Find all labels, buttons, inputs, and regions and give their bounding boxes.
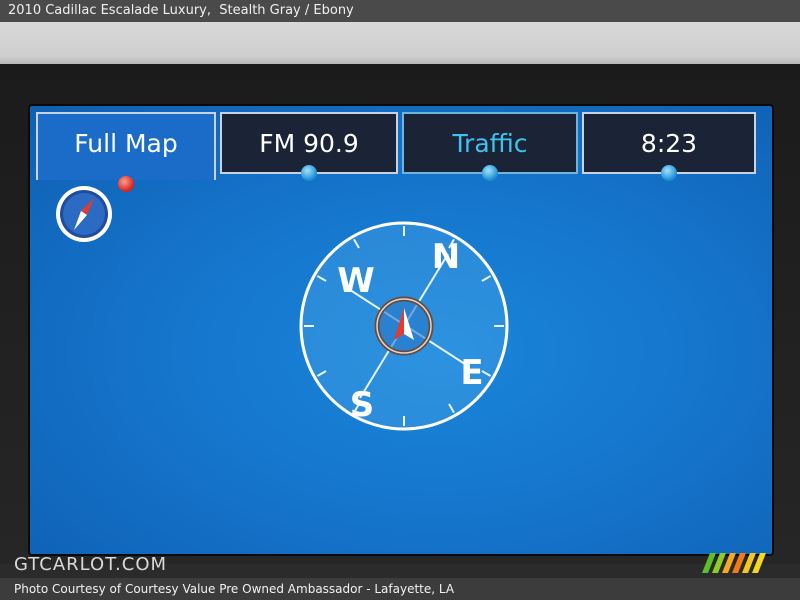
caption-vehicle: 2010 Cadillac Escalade Luxury, — [8, 3, 212, 18]
tab-indicator-dot — [661, 165, 677, 181]
tab-traffic[interactable]: Traffic — [402, 112, 578, 181]
tab-full-map-label: Full Map — [74, 129, 178, 158]
watermark-logo: GTCARLOT.COM — [14, 554, 168, 575]
tab-clock-label: 8:23 — [640, 129, 698, 158]
compass-rose: N W E S — [299, 221, 509, 431]
tab-fm-radio[interactable]: FM 90.9 — [220, 112, 398, 181]
compass-south-label: S — [350, 385, 375, 425]
compass-north-label: N — [432, 237, 460, 277]
compass-east-label: E — [460, 353, 483, 393]
tab-full-map[interactable]: Full Map — [36, 112, 216, 192]
compass-icon[interactable] — [54, 184, 114, 244]
tab-clock[interactable]: 8:23 — [582, 112, 756, 181]
dashboard-trim — [0, 22, 800, 70]
stripes-logo — [702, 553, 766, 573]
compass-west-label: W — [337, 261, 375, 301]
tab-traffic-label: Traffic — [452, 129, 528, 158]
tab-bar: Full Map FM 90.9 Traffic 8:23 — [36, 112, 760, 192]
tab-fm-radio-label: FM 90.9 — [259, 129, 359, 158]
caption-colors: Stealth Gray / Ebony — [219, 3, 354, 18]
tab-indicator-dot — [301, 165, 317, 181]
tab-indicator-dot — [482, 165, 498, 181]
nav-screen: Full Map FM 90.9 Traffic 8:23 N W E S — [28, 104, 774, 556]
photo-credit: Photo Courtesy of Courtesy Value Pre Own… — [0, 578, 800, 600]
caption-bar: 2010 Cadillac Escalade Luxury, Stealth G… — [0, 0, 800, 22]
tab-indicator-dot — [118, 176, 134, 192]
